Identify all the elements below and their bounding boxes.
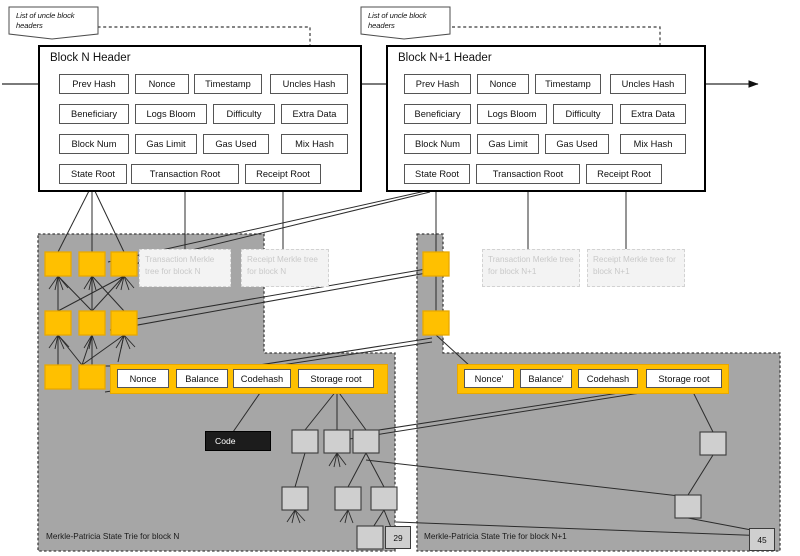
storage-leaf-value-n: 29 [385, 526, 411, 549]
storage-leaf-value-n1: 45 [749, 528, 775, 551]
storage-node-n1-b [675, 495, 701, 518]
diagram-canvas: List of uncle block headers List of uncl… [0, 0, 800, 556]
account-field-storage-root-n1[interactable]: Storage root [646, 369, 722, 388]
account-field-codehash-n[interactable]: Codehash [233, 369, 291, 388]
trie-node-n-r1c3 [111, 252, 137, 276]
storage-node-n-f [371, 487, 397, 510]
trie-nodes-layer [0, 0, 800, 556]
trie-caption-n: Merkle-Patricia State Trie for block N [46, 532, 179, 541]
account-field-balance-n1[interactable]: Balance' [520, 369, 572, 388]
account-field-storage-root-n[interactable]: Storage root [298, 369, 374, 388]
trie-node-n1-r1 [423, 252, 449, 276]
trie-node-n-r2c3 [111, 311, 137, 335]
storage-node-n-e [335, 487, 361, 510]
content-layer: List of uncle block headers List of uncl… [0, 0, 800, 556]
trie-node-n-r2c1 [45, 311, 71, 335]
storage-node-n-c [353, 430, 379, 453]
trie-node-n-r1c1 [45, 252, 71, 276]
storage-node-n1-a [700, 432, 726, 455]
trie-node-n-r2c2 [79, 311, 105, 335]
account-field-balance-n[interactable]: Balance [176, 369, 228, 388]
trie-caption-n1: Merkle-Patricia State Trie for block N+1 [424, 532, 567, 541]
trie-node-n1-r2 [423, 311, 449, 335]
storage-node-n-b [324, 430, 350, 453]
trie-node-n-r3c1 [45, 365, 71, 389]
code-box-n: Code [205, 431, 271, 451]
storage-node-n-d [282, 487, 308, 510]
account-field-nonce-n1[interactable]: Nonce' [464, 369, 514, 388]
account-field-codehash-n1[interactable]: Codehash [578, 369, 638, 388]
storage-node-n-g [357, 526, 383, 549]
trie-node-n-r1c2 [79, 252, 105, 276]
trie-node-n-r3c2 [79, 365, 105, 389]
account-field-nonce-n[interactable]: Nonce [117, 369, 169, 388]
storage-node-n-a [292, 430, 318, 453]
